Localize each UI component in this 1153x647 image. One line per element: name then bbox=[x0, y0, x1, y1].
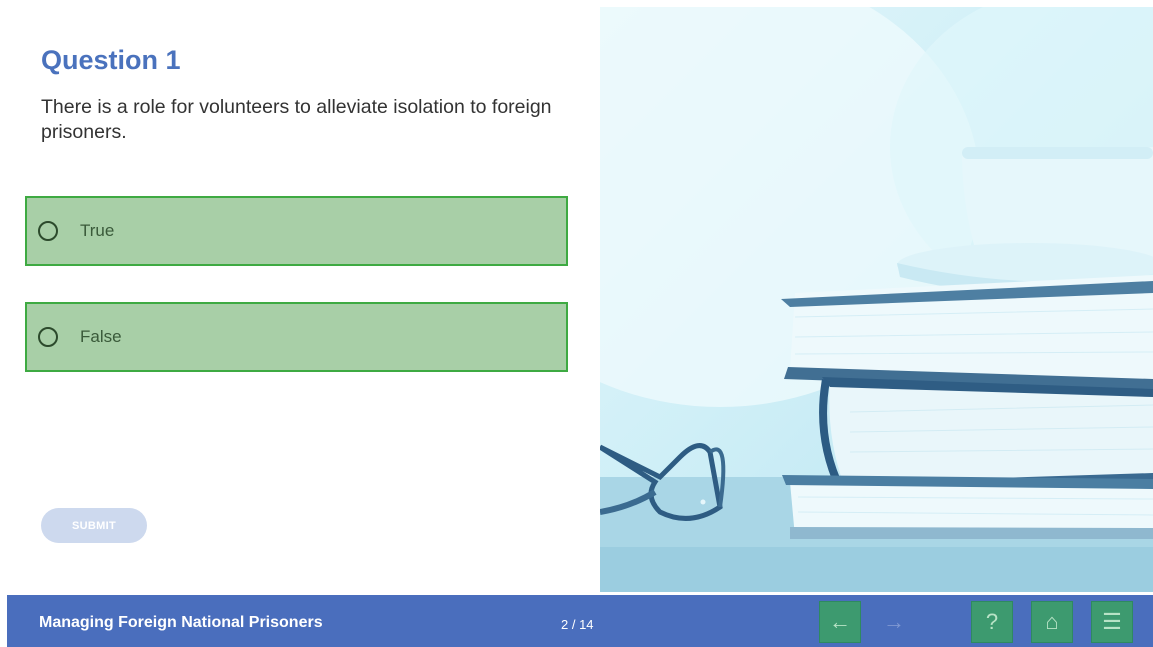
submit-button[interactable]: SUBMIT bbox=[41, 508, 147, 543]
quiz-panel: Question 1 There is a role for volunteer… bbox=[7, 7, 600, 595]
previous-button[interactable]: ← bbox=[819, 601, 861, 643]
help-icon: ? bbox=[985, 609, 999, 634]
question-title: Question 1 bbox=[41, 45, 181, 75]
books-cup-glasses-photo bbox=[600, 7, 1153, 592]
next-button[interactable]: → bbox=[873, 601, 915, 643]
answer-option-label: False bbox=[80, 327, 122, 346]
navigation-bar: Managing Foreign National Prisoners 2 / … bbox=[7, 595, 1153, 647]
course-title: Managing Foreign National Prisoners bbox=[39, 614, 323, 631]
home-button[interactable]: ⌂ bbox=[1031, 601, 1073, 643]
radio-icon[interactable] bbox=[38, 221, 58, 241]
answer-option-true[interactable]: True bbox=[25, 196, 568, 266]
menu-button[interactable]: ☰ bbox=[1091, 601, 1133, 643]
help-button[interactable]: ? bbox=[971, 601, 1013, 643]
home-icon: ⌂ bbox=[1045, 609, 1059, 634]
slide: Question 1 There is a role for volunteer… bbox=[7, 7, 1153, 595]
radio-icon[interactable] bbox=[38, 327, 58, 347]
menu-icon: ☰ bbox=[1102, 609, 1122, 634]
answer-option-label: True bbox=[80, 221, 115, 240]
photo-illustration bbox=[600, 7, 1153, 592]
answer-option-false[interactable]: False bbox=[25, 302, 568, 372]
question-text: There is a role for volunteers to allevi… bbox=[41, 96, 552, 143]
page-indicator: 2 / 14 bbox=[561, 617, 594, 632]
arrow-right-icon: → bbox=[883, 609, 905, 634]
arrow-left-icon: ← bbox=[829, 609, 851, 634]
